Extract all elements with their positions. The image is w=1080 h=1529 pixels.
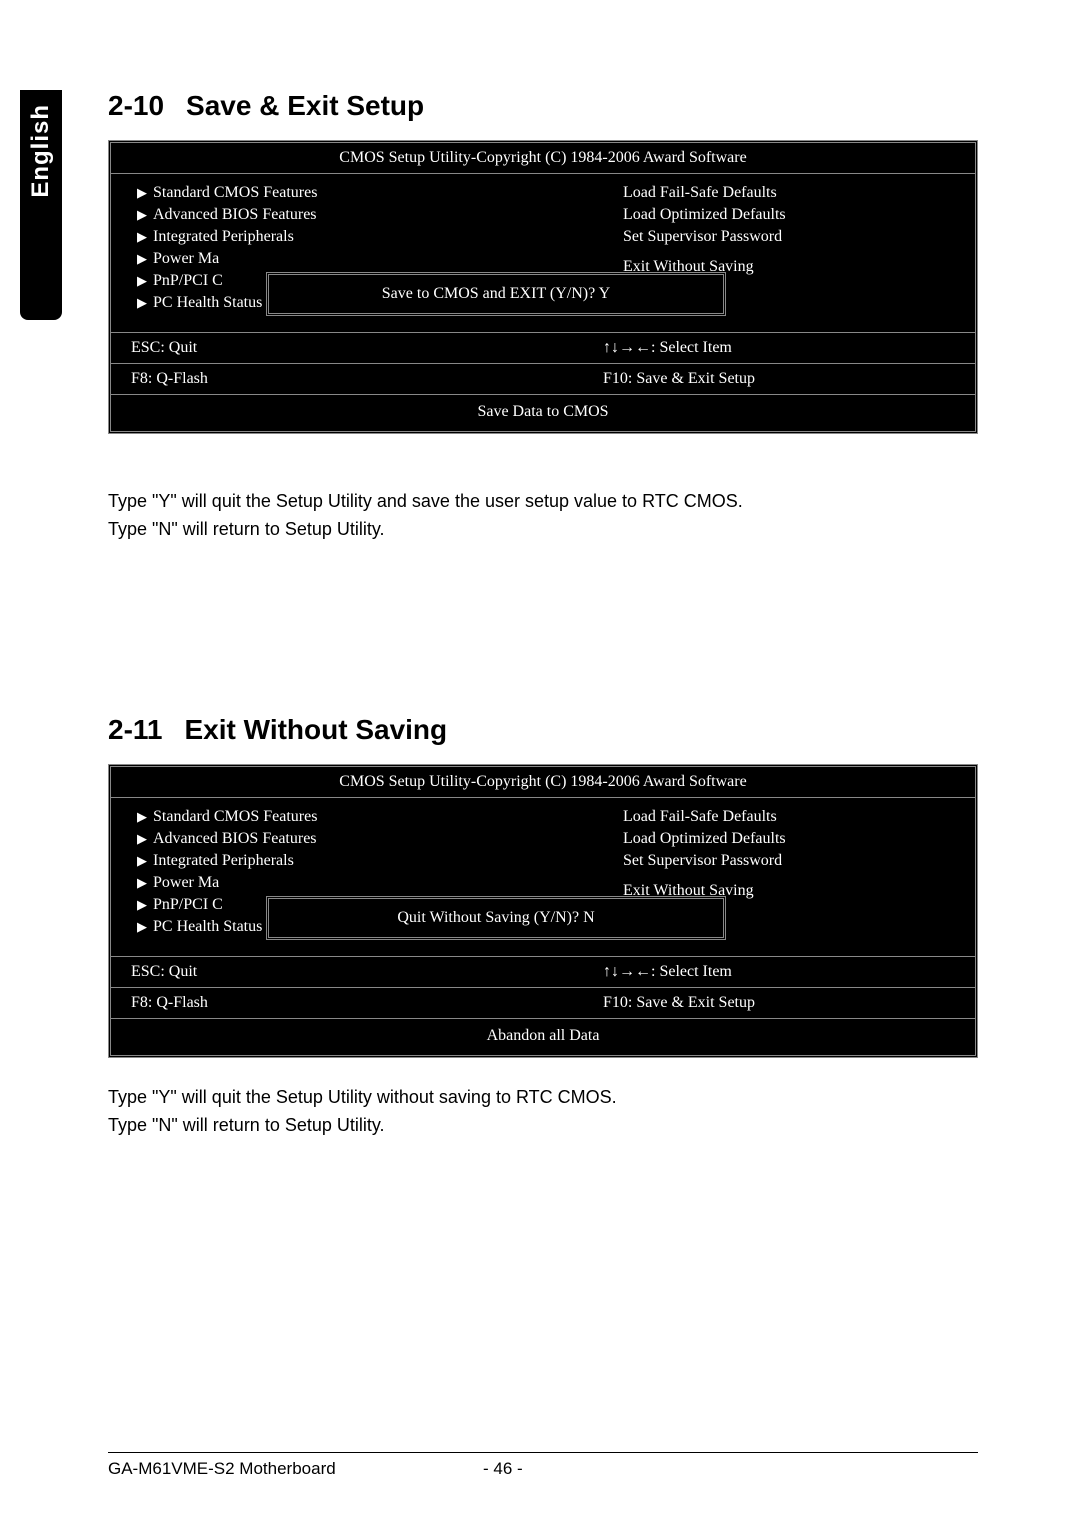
section-title-text: Save & Exit Setup <box>186 90 424 121</box>
bios-title: CMOS Setup Utility-Copyright (C) 1984-20… <box>111 767 975 797</box>
bios-foot-row1: ESC: Quit ↑↓→←: Select Item <box>111 957 975 988</box>
dialog-text: Save to CMOS and EXIT (Y/N)? Y <box>382 285 610 302</box>
triangle-right-icon: ▶ <box>131 853 153 869</box>
page-content: 2-10 Save & Exit Setup CMOS Setup Utility… <box>108 90 978 1140</box>
quit-without-saving-dialog[interactable]: Quit Without Saving (Y/N)? N <box>266 896 726 940</box>
save-exit-dialog[interactable]: Save to CMOS and EXIT (Y/N)? Y <box>266 272 726 316</box>
menu-item[interactable]: Set Supervisor Password <box>563 226 955 248</box>
hint-f10: F10: Save & Exit Setup <box>543 370 955 388</box>
menu-item[interactable]: ▶Power Ma <box>131 248 523 270</box>
language-tab: English <box>20 90 62 320</box>
page-footer: GA-M61VME-S2 Motherboard - 46 - <box>108 1452 978 1479</box>
body-line: Type "N" will return to Setup Utility. <box>108 516 978 544</box>
menu-item[interactable]: ▶Integrated Peripherals <box>131 850 523 872</box>
menu-item[interactable]: ▶Advanced BIOS Features <box>131 204 523 226</box>
section-body: Type "Y" will quit the Setup Utility wit… <box>108 1084 978 1140</box>
menu-item[interactable]: Load Fail-Safe Defaults <box>563 806 955 828</box>
bios-screen-save-exit: CMOS Setup Utility-Copyright (C) 1984-20… <box>108 140 978 434</box>
footer-product: GA-M61VME-S2 Motherboard <box>108 1459 483 1479</box>
section-number: 2-11 <box>108 714 163 745</box>
menu-item[interactable]: ▶Integrated Peripherals <box>131 226 523 248</box>
body-line: Type "N" will return to Setup Utility. <box>108 1112 978 1140</box>
hint-f8: F8: Q-Flash <box>131 994 543 1012</box>
triangle-right-icon: ▶ <box>131 185 153 201</box>
bios-main-area: ▶Standard CMOS Features ▶Advanced BIOS F… <box>111 173 975 333</box>
triangle-right-icon: ▶ <box>131 919 153 935</box>
language-label: English <box>27 104 55 198</box>
triangle-right-icon: ▶ <box>131 273 153 289</box>
triangle-right-icon: ▶ <box>131 207 153 223</box>
body-line: Type "Y" will quit the Setup Utility wit… <box>108 1084 978 1112</box>
hint-arrows: ↑↓→←: Select Item <box>543 963 955 981</box>
hint-f10: F10: Save & Exit Setup <box>543 994 955 1012</box>
triangle-right-icon: ▶ <box>131 295 153 311</box>
section-number: 2-10 <box>108 90 164 121</box>
body-line: Type "Y" will quit the Setup Utility and… <box>108 488 978 516</box>
bios-title: CMOS Setup Utility-Copyright (C) 1984-20… <box>111 143 975 173</box>
triangle-right-icon: ▶ <box>131 251 153 267</box>
dialog-text: Quit Without Saving (Y/N)? N <box>397 909 594 926</box>
hint-esc: ESC: Quit <box>131 339 543 357</box>
menu-item[interactable]: ▶Standard CMOS Features <box>131 806 523 828</box>
section-body: Type "Y" will quit the Setup Utility and… <box>108 488 978 544</box>
section-title-text: Exit Without Saving <box>185 714 448 745</box>
menu-item[interactable]: Load Fail-Safe Defaults <box>563 182 955 204</box>
bios-screen-exit-without-saving: CMOS Setup Utility-Copyright (C) 1984-20… <box>108 764 978 1058</box>
menu-item[interactable]: Set Supervisor Password <box>563 850 955 872</box>
triangle-right-icon: ▶ <box>131 809 153 825</box>
bios-foot-row2: F8: Q-Flash F10: Save & Exit Setup <box>111 988 975 1019</box>
section-heading-save-exit: 2-10 Save & Exit Setup <box>108 90 978 122</box>
bios-foot-row2: F8: Q-Flash F10: Save & Exit Setup <box>111 364 975 395</box>
hint-arrows: ↑↓→←: Select Item <box>543 339 955 357</box>
bios-status-bar: Abandon all Data <box>111 1019 975 1055</box>
bios-foot-row1: ESC: Quit ↑↓→←: Select Item <box>111 333 975 364</box>
hint-f8: F8: Q-Flash <box>131 370 543 388</box>
bios-main-area: ▶Standard CMOS Features ▶Advanced BIOS F… <box>111 797 975 957</box>
triangle-right-icon: ▶ <box>131 831 153 847</box>
triangle-right-icon: ▶ <box>131 229 153 245</box>
menu-item[interactable]: ▶Advanced BIOS Features <box>131 828 523 850</box>
hint-esc: ESC: Quit <box>131 963 543 981</box>
menu-item[interactable]: Load Optimized Defaults <box>563 204 955 226</box>
triangle-right-icon: ▶ <box>131 897 153 913</box>
bios-status-bar: Save Data to CMOS <box>111 395 975 431</box>
triangle-right-icon: ▶ <box>131 875 153 891</box>
menu-item[interactable]: ▶Standard CMOS Features <box>131 182 523 204</box>
menu-item[interactable]: ▶Power Ma <box>131 872 523 894</box>
section-heading-exit-without-saving: 2-11 Exit Without Saving <box>108 714 978 746</box>
footer-page-number: - 46 - <box>483 1459 603 1479</box>
menu-item[interactable]: Load Optimized Defaults <box>563 828 955 850</box>
